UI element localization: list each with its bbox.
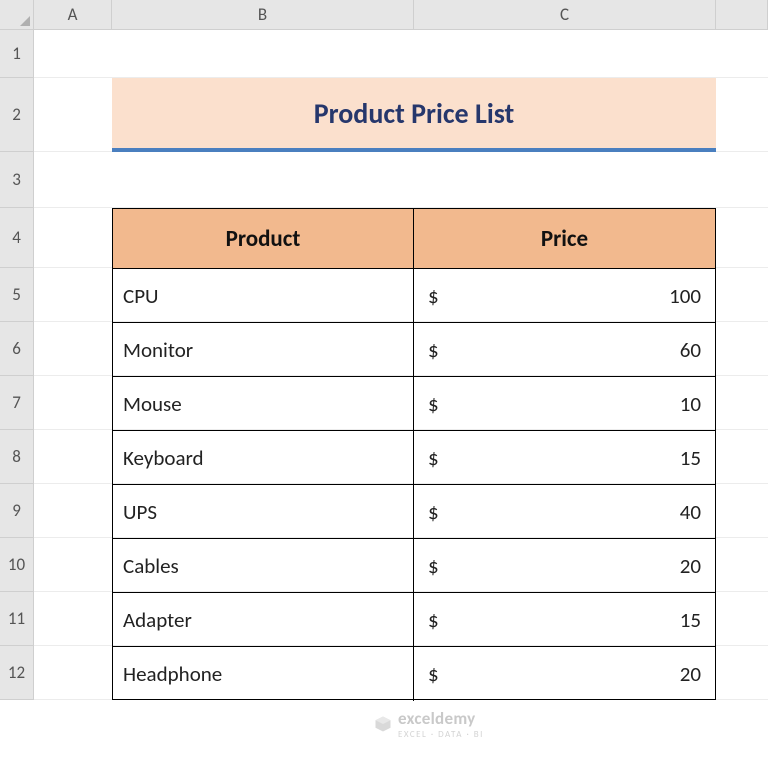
table-row: Adapter$15 [113,593,715,647]
spreadsheet-grid: A B C 123456789101112 Product Price List… [0,0,768,768]
data-table: ProductPriceCPU$100Monitor$60Mouse$10Key… [112,208,716,700]
row-header-4[interactable]: 4 [0,208,34,268]
table-row: CPU$100 [113,269,715,323]
cell-price[interactable]: $15 [414,593,715,647]
header-product[interactable]: Product [113,209,414,269]
cell-product[interactable]: Mouse [113,377,414,431]
currency-symbol: $ [428,661,439,687]
cell-product[interactable]: Adapter [113,593,414,647]
row-header-12[interactable]: 12 [0,646,34,700]
currency-symbol: $ [428,499,439,525]
table-row: Headphone$20 [113,647,715,701]
currency-symbol: $ [428,337,439,363]
row-header-11[interactable]: 11 [0,592,34,646]
column-header-c[interactable]: C [414,0,716,30]
row-header-1[interactable]: 1 [0,30,34,78]
row-header-6[interactable]: 6 [0,322,34,376]
cell-price[interactable]: $100 [414,269,715,323]
table-row: Mouse$10 [113,377,715,431]
currency-symbol: $ [428,391,439,417]
watermark: exceldemy EXCEL · DATA · BI [374,708,484,740]
column-headers: A B C [34,0,768,30]
sheet-area[interactable]: Product Price List ProductPriceCPU$100Mo… [34,30,768,768]
cell-price[interactable]: $60 [414,323,715,377]
cell-price[interactable]: $10 [414,377,715,431]
price-value: 20 [680,661,701,687]
header-price[interactable]: Price [414,209,715,269]
cell-product[interactable]: Keyboard [113,431,414,485]
cell-price[interactable]: $40 [414,485,715,539]
price-value: 20 [680,553,701,579]
price-value: 15 [680,445,701,471]
select-all-corner[interactable] [0,0,34,30]
cell-price[interactable]: $20 [414,647,715,701]
column-header-d[interactable] [716,0,768,30]
cell-product[interactable]: UPS [113,485,414,539]
watermark-brand: exceldemy [398,708,484,729]
row-header-8[interactable]: 8 [0,430,34,484]
cell-price[interactable]: $15 [414,431,715,485]
price-value: 100 [669,283,701,309]
price-value: 40 [680,499,701,525]
row-header-5[interactable]: 5 [0,268,34,322]
column-header-a[interactable]: A [34,0,112,30]
watermark-logo-icon [374,715,392,733]
table-row: UPS$40 [113,485,715,539]
currency-symbol: $ [428,445,439,471]
row-header-9[interactable]: 9 [0,484,34,538]
row-header-7[interactable]: 7 [0,376,34,430]
table-row: Keyboard$15 [113,431,715,485]
column-header-b[interactable]: B [112,0,414,30]
table-header-row: ProductPrice [113,209,715,269]
row-header-2[interactable]: 2 [0,78,34,152]
price-value: 10 [680,391,701,417]
row-header-3[interactable]: 3 [0,152,34,208]
currency-symbol: $ [428,283,439,309]
title-cell[interactable]: Product Price List [112,78,716,152]
watermark-tagline: EXCEL · DATA · BI [398,729,484,740]
price-value: 60 [680,337,701,363]
currency-symbol: $ [428,553,439,579]
row-header-10[interactable]: 10 [0,538,34,592]
cell-product[interactable]: Cables [113,539,414,593]
cell-product[interactable]: Headphone [113,647,414,701]
table-row: Cables$20 [113,539,715,593]
price-value: 15 [680,607,701,633]
row-headers: 123456789101112 [0,30,34,700]
currency-symbol: $ [428,607,439,633]
table-row: Monitor$60 [113,323,715,377]
cell-product[interactable]: CPU [113,269,414,323]
cell-price[interactable]: $20 [414,539,715,593]
cell-product[interactable]: Monitor [113,323,414,377]
